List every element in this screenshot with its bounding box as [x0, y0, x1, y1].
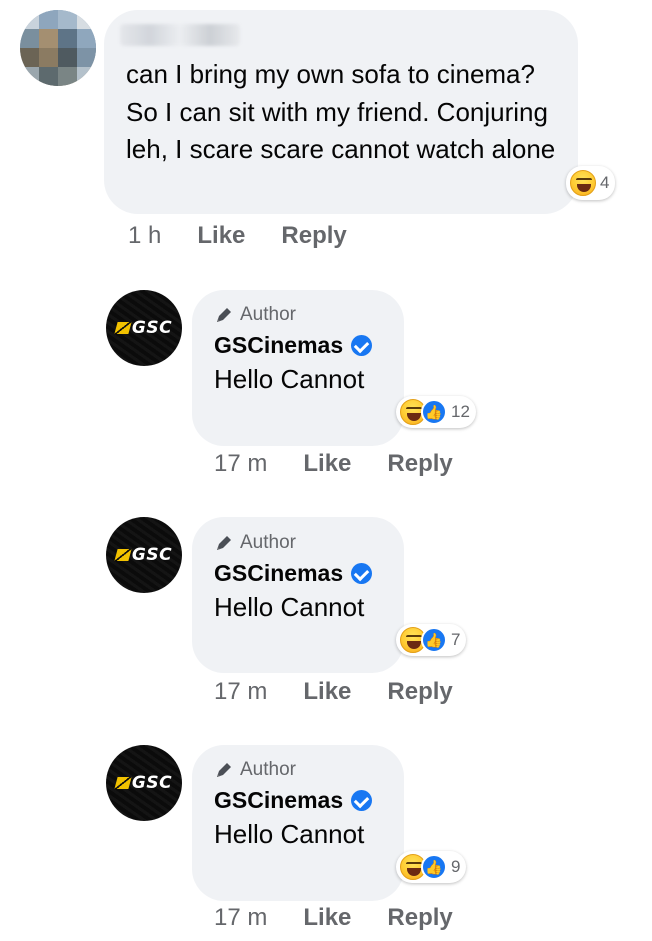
like-button[interactable]: Like [303, 678, 351, 706]
redacted-username[interactable] [120, 24, 240, 46]
reaction-summary[interactable]: 4 [566, 166, 616, 200]
gsc-logo-mark-icon [114, 549, 132, 561]
user-avatar-blurred[interactable] [20, 10, 96, 86]
comment-timestamp[interactable]: 1 h [128, 222, 161, 250]
comment-actions: 1 h Like Reply [128, 222, 383, 250]
reaction-count: 12 [451, 402, 470, 421]
pencil-icon [217, 763, 231, 777]
reply-text: Hello Cannot [214, 364, 365, 394]
like-reaction-icon: 👍 [421, 399, 447, 425]
reply-actions: 17 m Like Reply [214, 450, 489, 478]
reply-button[interactable]: Reply [387, 450, 452, 478]
comment-text: can I bring my own sofa to cinema? So I … [126, 59, 556, 164]
like-button[interactable]: Like [303, 450, 351, 478]
gsc-logo: GSC [114, 545, 172, 565]
reply-button[interactable]: Reply [281, 222, 346, 250]
pencil-icon [217, 308, 231, 322]
gsc-avatar[interactable]: GSC [106, 517, 182, 593]
reply-actions: 17 m Like Reply [214, 904, 489, 932]
author-label: Author [240, 304, 296, 325]
verified-badge-icon [351, 790, 373, 811]
verified-badge-icon [351, 563, 373, 584]
page-name[interactable]: GSCinemas [214, 560, 373, 587]
reaction-count: 9 [451, 857, 461, 876]
reply-timestamp[interactable]: 17 m [214, 904, 267, 932]
reaction-summary[interactable]: 👍 7 [396, 624, 467, 656]
gsc-avatar[interactable]: GSC [106, 290, 182, 366]
like-button[interactable]: Like [197, 222, 245, 250]
gsc-logo-mark-icon [114, 777, 132, 789]
pencil-icon [217, 536, 231, 550]
haha-reaction-icon [570, 170, 596, 196]
gsc-avatar[interactable]: GSC [106, 745, 182, 821]
reaction-summary[interactable]: 👍 12 [396, 396, 476, 428]
like-button[interactable]: Like [303, 904, 351, 932]
reply-text: Hello Cannot [214, 819, 365, 849]
gsc-logo: GSC [114, 773, 172, 793]
reply-timestamp[interactable]: 17 m [214, 678, 267, 706]
verified-badge-icon [351, 335, 373, 356]
page-name[interactable]: GSCinemas [214, 787, 373, 814]
like-reaction-icon: 👍 [421, 854, 447, 880]
author-badge: Author [214, 532, 296, 554]
reply-actions: 17 m Like Reply [214, 678, 489, 706]
author-label: Author [240, 759, 296, 780]
author-label: Author [240, 532, 296, 553]
author-badge: Author [214, 759, 296, 781]
reply-button[interactable]: Reply [387, 678, 452, 706]
reaction-count: 7 [451, 630, 461, 649]
reply-text: Hello Cannot [214, 592, 365, 622]
reply-button[interactable]: Reply [387, 904, 452, 932]
gsc-logo: GSC [114, 318, 172, 338]
reply-timestamp[interactable]: 17 m [214, 450, 267, 478]
reaction-count: 4 [600, 173, 610, 192]
reaction-summary[interactable]: 👍 9 [396, 851, 467, 883]
like-reaction-icon: 👍 [421, 627, 447, 653]
page-name[interactable]: GSCinemas [214, 332, 373, 359]
author-badge: Author [214, 304, 296, 326]
gsc-logo-mark-icon [114, 322, 132, 334]
